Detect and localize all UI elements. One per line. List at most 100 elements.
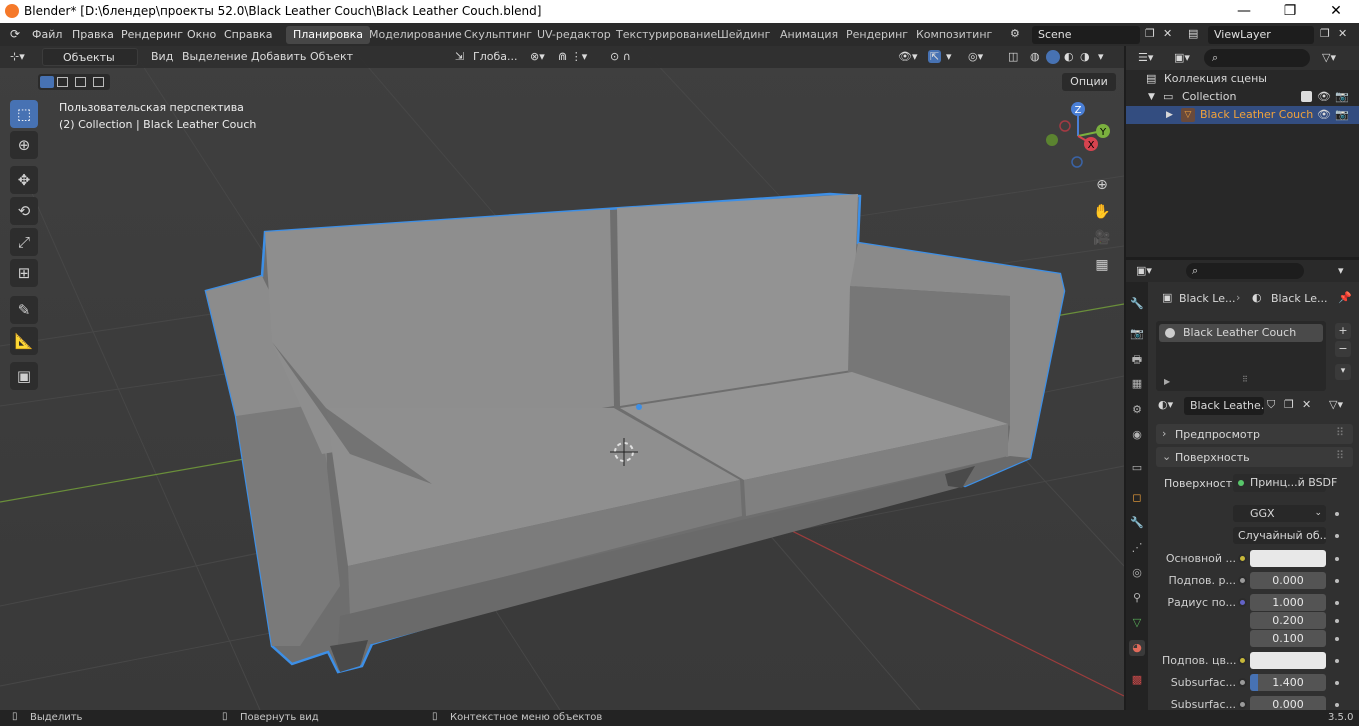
eye-icon[interactable]: 👁 — [1317, 106, 1331, 124]
view-layer-icon[interactable]: ▤ — [1188, 27, 1198, 40]
select-extend-icon[interactable] — [57, 77, 68, 87]
tab-animation[interactable]: Анимация — [773, 26, 845, 44]
menu-render[interactable]: Рендеринг — [121, 28, 183, 41]
snap-icon[interactable]: ⋒ ⋮▾ — [558, 50, 587, 63]
scene-icon[interactable]: ⚙ — [1010, 27, 1020, 40]
texture-tab-icon[interactable]: ▩ — [1129, 672, 1145, 688]
view-layer-tab-icon[interactable]: ▦ — [1129, 376, 1145, 392]
tab-shading[interactable]: Шейдинг — [710, 26, 777, 44]
menu-window[interactable]: Окно — [187, 28, 216, 41]
particles-tab-icon[interactable]: ⋰ — [1129, 540, 1145, 556]
pin-icon[interactable]: 📌 — [1338, 291, 1352, 304]
gizmo-dropdown-icon[interactable]: ▾ — [946, 50, 952, 63]
outliner-row-scene-collection[interactable]: ▤ Коллекция сцены — [1126, 70, 1359, 88]
keyframe-dot[interactable] — [1335, 619, 1339, 623]
annotate-tool-icon[interactable]: ✎ — [10, 296, 38, 324]
tab-uv-editing[interactable]: UV-редактор — [530, 26, 618, 44]
material-slot-row[interactable]: Black Leather Couch — [1159, 324, 1323, 342]
value-socket-icon[interactable] — [1238, 576, 1247, 585]
collection-tab-icon[interactable]: ▭ — [1129, 460, 1145, 476]
fake-user-icon[interactable]: ⛉ — [1267, 398, 1275, 412]
tab-rendering[interactable]: Рендеринг — [839, 26, 915, 44]
eye-icon[interactable]: 👁 — [1317, 88, 1331, 106]
material-slot-list[interactable]: Black Leather Couch ▶ ⠿ — [1156, 321, 1326, 391]
ortho-toggle-icon[interactable]: ▦ — [1090, 253, 1114, 277]
overlay-toggle-icon[interactable]: ◎▾ — [968, 50, 983, 63]
object-breadcrumb[interactable]: Black Le... — [1179, 292, 1235, 305]
new-view-layer-icon[interactable]: ❐ — [1320, 27, 1330, 40]
slot-specials-button[interactable]: ▾ — [1335, 364, 1351, 380]
vector-socket-icon[interactable] — [1238, 598, 1247, 607]
output-tab-icon[interactable]: 🖶 — [1129, 352, 1145, 368]
outliner-row-object[interactable]: ▶ ▽ Black Leather Couch 👁 📷 — [1126, 106, 1359, 124]
camera-view-icon[interactable]: 🎥 — [1090, 226, 1114, 250]
remove-slot-button[interactable]: − — [1335, 341, 1351, 357]
material-link-icon[interactable]: ▽▾ — [1329, 398, 1343, 411]
color-socket-icon[interactable] — [1238, 554, 1247, 563]
cursor-tool-icon[interactable]: ⊕ — [10, 131, 38, 159]
expand-icon[interactable]: ▶ — [1166, 106, 1173, 124]
menu-help[interactable]: Справка — [224, 28, 272, 41]
orientation-icon[interactable]: ⇲ — [455, 50, 464, 63]
keyframe-dot[interactable] — [1335, 579, 1339, 583]
scene-tab-icon[interactable]: ⚙ — [1129, 402, 1145, 418]
keyframe-dot[interactable] — [1335, 637, 1339, 641]
maximize-button[interactable]: ❐ — [1267, 0, 1313, 23]
menu-add[interactable]: Добавить — [251, 50, 306, 63]
duplicate-material-icon[interactable]: ❐ — [1284, 398, 1294, 411]
new-scene-icon[interactable]: ❐ — [1145, 27, 1155, 40]
subsurface-radius-z[interactable]: 0.100 — [1250, 630, 1326, 647]
modifier-tab-icon[interactable]: 🔧 — [1129, 515, 1145, 531]
physics-tab-icon[interactable]: ◎ — [1129, 565, 1145, 581]
keyframe-dot[interactable] — [1335, 659, 1339, 663]
subsurface-value[interactable]: 0.000 — [1250, 572, 1326, 589]
select-invert-icon[interactable] — [93, 77, 104, 87]
browse-material-icon[interactable]: ◐▾ — [1158, 398, 1173, 411]
tab-sculpting[interactable]: Скульптинг — [457, 26, 539, 44]
distribution-dropdown[interactable]: GGX ⌄ — [1233, 505, 1326, 522]
preview-panel-header[interactable]: › Предпросмотр ⠿ — [1156, 424, 1353, 444]
blender-menu-icon[interactable]: ⟳ — [10, 27, 20, 41]
menu-object[interactable]: Объект — [310, 50, 353, 63]
properties-editor-icon[interactable]: ▣▾ — [1136, 264, 1152, 277]
expand-list-icon[interactable]: ▶ — [1164, 377, 1170, 386]
constraints-tab-icon[interactable]: ⚲ — [1129, 590, 1145, 606]
tab-compositing[interactable]: Композитинг — [909, 26, 999, 44]
visibility-icon[interactable]: 👁▾ — [898, 50, 918, 63]
mode-selector[interactable]: Объекты — [42, 48, 138, 66]
properties-search-input[interactable]: ⌕ — [1186, 263, 1304, 279]
minimize-button[interactable]: — — [1221, 0, 1267, 23]
surface-panel-header[interactable]: ⌄ Поверхность ⠿ — [1156, 447, 1353, 467]
delete-scene-icon[interactable]: ✕ — [1163, 27, 1172, 40]
scene-selector[interactable]: Scene — [1032, 26, 1140, 44]
properties-options-icon[interactable]: ▾ — [1338, 264, 1344, 277]
pivot-icon[interactable]: ⊗▾ — [530, 50, 545, 63]
resize-handle-icon[interactable]: ⠿ — [1242, 375, 1248, 384]
select-box-tool-icon[interactable]: ⬚ — [10, 100, 38, 128]
rotate-tool-icon[interactable]: ⟲ — [10, 197, 38, 225]
surface-shader-field[interactable]: Принц...й BSDF — [1233, 474, 1337, 492]
object-tab-icon[interactable]: ◻ — [1129, 490, 1145, 506]
object-data-tab-icon[interactable]: ▽ — [1129, 615, 1145, 631]
measure-tool-icon[interactable]: 📐 — [10, 327, 38, 355]
subsurface-method-dropdown[interactable]: Случайный об... — [1233, 527, 1326, 544]
unlink-material-icon[interactable]: ✕ — [1302, 398, 1311, 411]
render-tab-icon[interactable]: 📷 — [1129, 326, 1145, 342]
add-slot-button[interactable]: + — [1335, 323, 1351, 339]
keyframe-dot[interactable] — [1335, 534, 1339, 538]
shading-dropdown-icon[interactable]: ▾ — [1098, 50, 1104, 63]
base-color-swatch[interactable] — [1250, 550, 1326, 567]
material-tab-icon[interactable]: ◕ — [1129, 640, 1145, 656]
drag-handle-icon[interactable]: ⠿ — [1336, 449, 1344, 462]
subsurface-radius-x[interactable]: 1.000 — [1250, 594, 1326, 611]
subsurface-color-swatch[interactable] — [1250, 652, 1326, 669]
world-tab-icon[interactable]: ◉ — [1129, 427, 1145, 443]
material-breadcrumb[interactable]: Black Le... — [1271, 292, 1327, 305]
keyframe-dot[interactable] — [1335, 703, 1339, 707]
proportional-edit-icon[interactable]: ⊙ ∩ — [610, 50, 631, 63]
close-window-button[interactable]: ✕ — [1313, 0, 1359, 23]
xray-toggle-icon[interactable]: ◫ — [1008, 50, 1018, 63]
viewport-scene[interactable] — [0, 46, 1124, 710]
expand-icon[interactable]: ▼ — [1148, 88, 1155, 106]
filter-icon[interactable]: ▽▾ — [1322, 51, 1336, 64]
